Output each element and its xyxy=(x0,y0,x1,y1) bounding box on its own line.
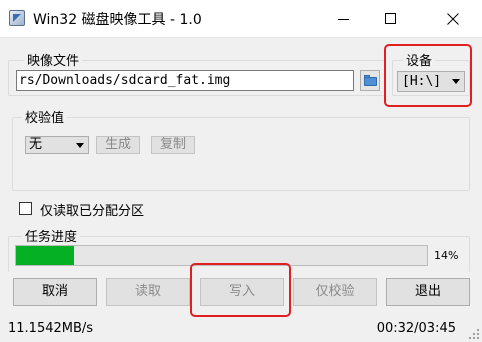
copy-hash-button[interactable]: 复制 xyxy=(151,136,195,154)
status-bar: 11.1542MB/s 00:32/03:45 xyxy=(0,314,482,342)
hash-legend: 校验值 xyxy=(22,107,68,126)
maximize-icon xyxy=(385,13,396,24)
resize-grip-icon[interactable] xyxy=(468,328,480,340)
close-icon xyxy=(447,13,459,25)
minimize-button[interactable] xyxy=(320,0,366,38)
folder-icon xyxy=(364,77,377,86)
disk-imager-app-icon xyxy=(9,10,25,26)
cancel-button[interactable]: 取消 xyxy=(13,278,97,306)
title-bar[interactable]: Win32 磁盘映像工具 - 1.0 xyxy=(0,0,482,38)
browse-folder-button[interactable] xyxy=(360,70,380,91)
progress-bar-fill xyxy=(16,246,74,265)
hash-type-select[interactable]: 无 xyxy=(25,136,89,154)
minimize-icon xyxy=(338,19,349,20)
device-highlight-box xyxy=(384,44,472,107)
elapsed-time: 00:32/03:45 xyxy=(376,321,456,336)
chevron-down-icon xyxy=(76,143,84,148)
close-button[interactable] xyxy=(424,0,482,38)
write-speed: 11.1542MB/s xyxy=(8,321,94,336)
exit-button[interactable]: 退出 xyxy=(386,278,470,306)
progress-percent: 14% xyxy=(434,249,459,262)
read-only-allocated-checkbox[interactable] xyxy=(19,202,32,215)
maximize-button[interactable] xyxy=(367,0,413,38)
hash-group xyxy=(12,117,470,191)
read-only-allocated-label: 仅读取已分配分区 xyxy=(40,204,145,219)
write-highlight-box xyxy=(190,263,291,317)
read-button[interactable]: 读取 xyxy=(106,278,190,306)
hash-selected-value: 无 xyxy=(29,137,43,152)
verify-only-button[interactable]: 仅校验 xyxy=(293,278,377,306)
image-file-path-input[interactable]: rs/Downloads/sdcard_fat.img xyxy=(16,70,354,91)
progress-legend: 任务进度 xyxy=(22,226,81,245)
generate-hash-button[interactable]: 生成 xyxy=(96,136,140,154)
window-title: Win32 磁盘映像工具 - 1.0 xyxy=(33,12,202,28)
image-file-legend: 映像文件 xyxy=(24,50,83,69)
